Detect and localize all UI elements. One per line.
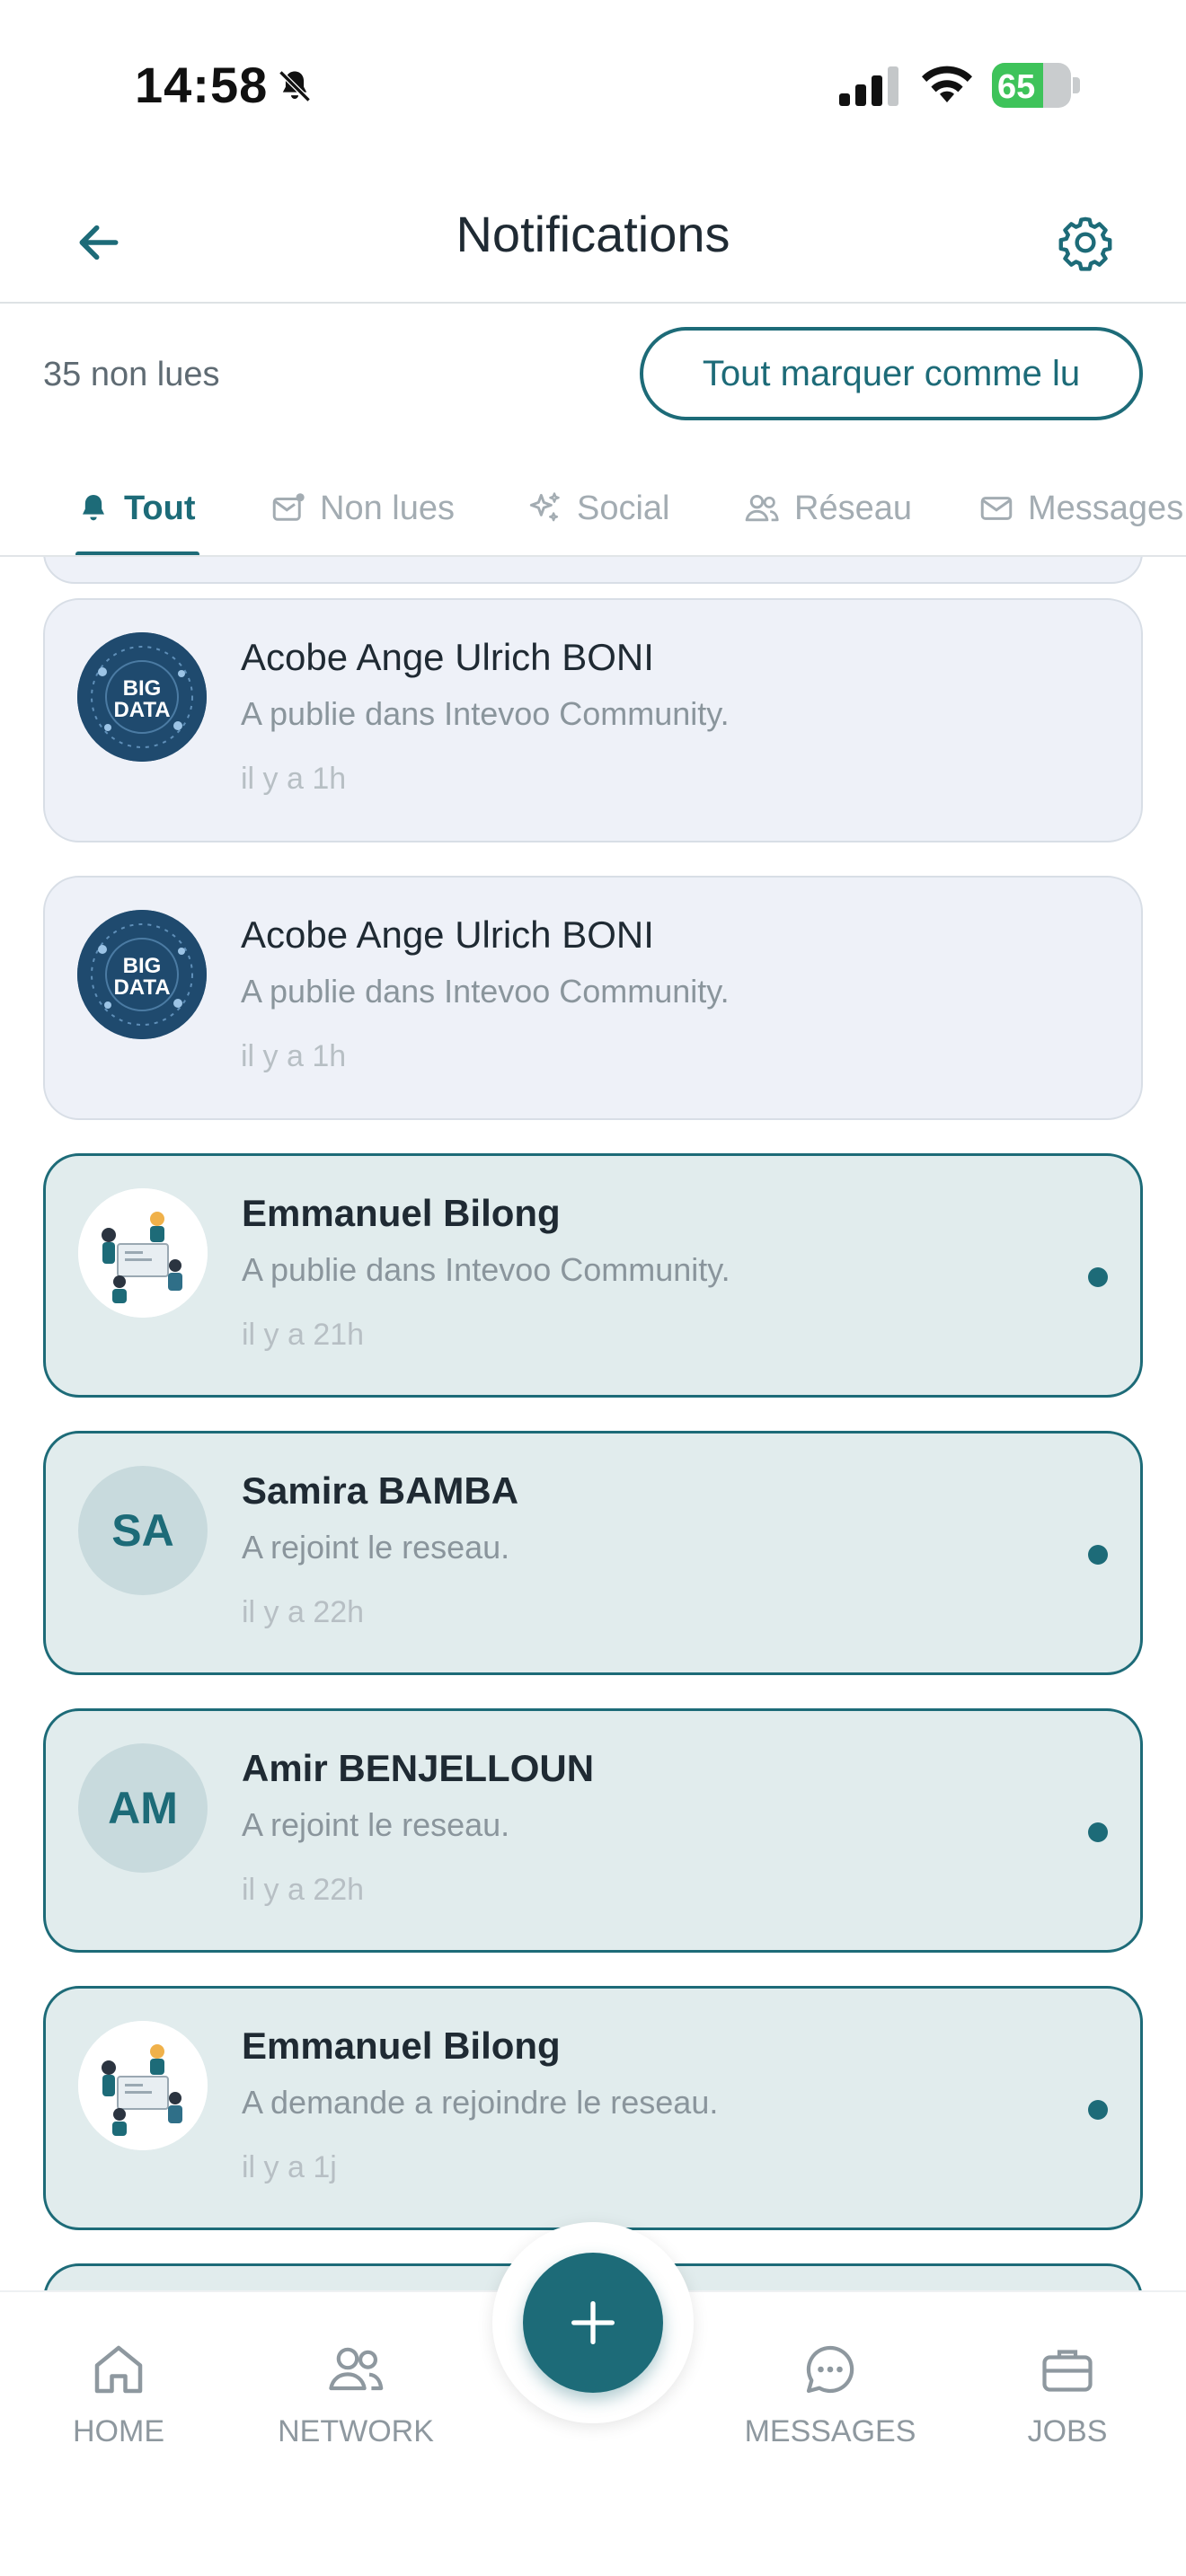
settings-button[interactable]: [1048, 205, 1123, 280]
tab-social-label: Social: [577, 489, 670, 527]
avatar: [78, 2021, 208, 2150]
create-post-button[interactable]: [523, 2253, 663, 2393]
mark-all-read-button[interactable]: Tout marquer comme lu: [640, 327, 1143, 420]
avatar-initials: SA: [78, 1466, 208, 1595]
svg-text:BIG: BIG: [123, 954, 162, 978]
notification-time: il y a 1h: [241, 1039, 347, 1073]
nav-messages[interactable]: MESSAGES: [740, 2337, 920, 2449]
page-title: Notifications: [456, 206, 730, 262]
svg-text:DATA: DATA: [113, 975, 170, 1000]
notification-time: il y a 22h: [242, 1595, 365, 1629]
notification-sender: Acobe Ange Ulrich BONI: [241, 636, 654, 678]
battery-indicator: 65: [992, 63, 1080, 108]
nav-messages-label: MESSAGES: [744, 2414, 916, 2448]
notification-message: A rejoint le reseau.: [242, 1529, 510, 1566]
notification-sender: Emmanuel Bilong: [242, 2025, 561, 2067]
tab-messages[interactable]: Messages: [978, 460, 1184, 555]
notification-sender: Amir BENJELLOUN: [242, 1747, 595, 1789]
notification-message: A rejoint le reseau.: [242, 1806, 510, 1843]
sparkles-icon: [529, 492, 560, 522]
unread-dot: [1088, 1822, 1108, 1842]
svg-text:BIG: BIG: [123, 676, 162, 701]
tab-all[interactable]: Tout: [75, 460, 199, 555]
wifi-icon: [922, 66, 972, 102]
nav-network-label: NETWORK: [278, 2414, 434, 2448]
tab-network-label: Réseau: [794, 489, 912, 527]
notification-time: il y a 22h: [242, 1873, 365, 1907]
notification-message: A publie dans Intevoo Community.: [241, 695, 730, 732]
tab-messages-label: Messages: [1028, 489, 1184, 527]
home-icon: [94, 2345, 143, 2394]
unread-dot: [1088, 2100, 1108, 2120]
nav-jobs-label: JOBS: [1027, 2414, 1108, 2448]
users-icon: [745, 494, 779, 522]
notification-time: il y a 21h: [242, 1318, 365, 1352]
notification-message: A demande a rejoindre le reseau.: [242, 2084, 719, 2121]
unread-count: 35 non lues: [43, 356, 220, 393]
notification-card-partial[interactable]: [43, 557, 1143, 584]
chat-icon: [806, 2345, 854, 2394]
avatar: [78, 1188, 208, 1318]
notification-list: BIG DATA Acobe Ange Ulrich BONI A publie…: [0, 557, 1186, 2290]
cellular-signal-icon: [839, 66, 898, 106]
gear-icon: [1058, 216, 1112, 271]
notification-sender: Samira BAMBA: [242, 1469, 519, 1512]
unread-dot: [1088, 1267, 1108, 1287]
avatar: BIG DATA: [77, 910, 207, 1039]
mail-dot-icon: [272, 493, 305, 521]
big-data-image: BIG DATA: [77, 632, 207, 762]
nav-home-label: HOME: [73, 2414, 164, 2448]
tab-unread[interactable]: Non lues: [270, 460, 455, 555]
notification-time: il y a 1h: [241, 762, 347, 796]
notification-card[interactable]: Emmanuel Bilong A publie dans Intevoo Co…: [43, 1153, 1143, 1398]
notification-card[interactable]: Emmanuel Bilong A demande a rejoindre le…: [43, 1986, 1143, 2230]
status-time: 14:58: [135, 57, 269, 113]
unread-dot: [1088, 1545, 1108, 1565]
bell-off-icon: [279, 70, 311, 102]
notification-card[interactable]: SA Samira BAMBA A rejoint le reseau. il …: [43, 1431, 1143, 1675]
battery-percent: 65: [997, 68, 1036, 106]
notification-message: A publie dans Intevoo Community.: [242, 1251, 730, 1288]
bell-icon: [83, 495, 104, 521]
envelope-icon: [980, 497, 1013, 520]
nav-network[interactable]: NETWORK: [266, 2337, 446, 2449]
notification-card[interactable]: BIG DATA Acobe Ange Ulrich BONI A publie…: [43, 876, 1143, 1120]
avatar: BIG DATA: [77, 632, 207, 762]
plus-icon: [571, 2301, 615, 2344]
header: Notifications: [0, 171, 1186, 304]
users-icon: [329, 2347, 384, 2391]
notification-card[interactable]: AM Amir BENJELLOUN A rejoint le reseau. …: [43, 1708, 1143, 1953]
nav-jobs[interactable]: JOBS: [978, 2337, 1157, 2449]
svg-text:DATA: DATA: [113, 698, 170, 722]
team-illustration-image: [78, 1188, 208, 1318]
briefcase-icon: [1042, 2350, 1093, 2392]
avatar-initials: AM: [78, 1743, 208, 1873]
notification-message: A publie dans Intevoo Community.: [241, 973, 730, 1010]
filter-tabs: Tout Non lues Social Réseau Messages: [0, 460, 1186, 557]
notification-time: il y a 1j: [242, 2150, 337, 2184]
tab-network[interactable]: Réseau: [742, 460, 912, 555]
nav-home[interactable]: HOME: [29, 2337, 208, 2449]
team-illustration-image: [78, 2021, 208, 2150]
tab-social[interactable]: Social: [525, 460, 670, 555]
tab-all-label: Tout: [124, 489, 196, 527]
notification-card[interactable]: BIG DATA Acobe Ange Ulrich BONI A publie…: [43, 598, 1143, 842]
notification-sender: Emmanuel Bilong: [242, 1192, 561, 1234]
tab-unread-label: Non lues: [320, 489, 455, 527]
status-bar: 14:58 65: [0, 0, 1186, 171]
notification-sender: Acobe Ange Ulrich BONI: [241, 913, 654, 956]
big-data-image: BIG DATA: [77, 910, 207, 1039]
